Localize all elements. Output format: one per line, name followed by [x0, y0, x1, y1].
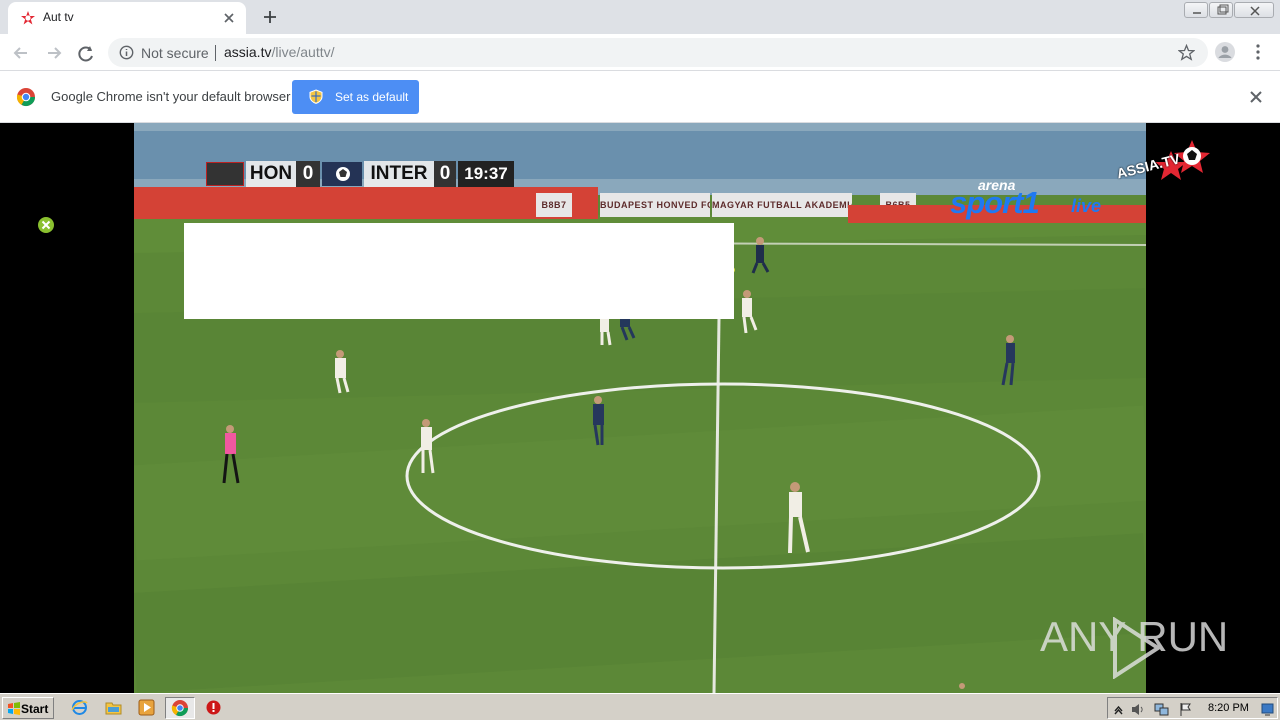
windows-logo-icon — [8, 702, 20, 715]
play-icon — [1113, 617, 1162, 679]
new-tab-icon[interactable] — [260, 7, 280, 27]
flag-icon[interactable] — [1178, 702, 1193, 717]
back-arrow-icon[interactable] — [10, 42, 32, 64]
restore-icon — [1217, 4, 1229, 15]
url-host: assia.tv — [224, 44, 272, 60]
anyrun-watermark: ANY RUN — [1040, 613, 1240, 683]
taskbar-clock[interactable]: 8:20 PM — [1208, 702, 1249, 714]
advertising-board-academy: MAGYAR FUTBALL AKADEMIA — [712, 193, 852, 217]
info-icon[interactable] — [119, 45, 134, 60]
away-team-badge — [322, 162, 362, 186]
show-desktop-icon[interactable] — [1260, 702, 1275, 717]
home-score: 0 — [296, 161, 320, 187]
home-team-badge — [206, 162, 244, 186]
media-player-icon[interactable] — [138, 699, 155, 716]
avatar-icon[interactable] — [1214, 41, 1236, 63]
advertising-board-honved: BUDAPEST HONVED FC — [600, 193, 710, 217]
advertising-board — [134, 187, 598, 219]
chevron-up-icon[interactable] — [1111, 702, 1126, 717]
maximize-button[interactable] — [1209, 2, 1233, 18]
browser-tab[interactable]: Aut tv — [8, 2, 246, 34]
match-clock: 19:37 — [458, 161, 514, 187]
assia-tv-logo: ASSIA.TV — [1114, 135, 1216, 189]
close-icon — [1250, 6, 1260, 16]
live-wordmark: live — [1071, 196, 1102, 216]
volume-icon[interactable] — [1130, 702, 1145, 717]
address-bar[interactable]: Not secure assia.tv/live/auttv/ — [108, 38, 1208, 67]
browser-toolbar: Not secure assia.tv/live/auttv/ — [0, 34, 1280, 71]
close-tab-icon[interactable] — [220, 9, 238, 27]
stop-icon[interactable] — [205, 699, 222, 716]
tab-title: Aut tv — [43, 10, 74, 24]
url-path: /live/auttv/ — [271, 44, 335, 60]
set-default-button[interactable]: Set as default — [292, 80, 419, 114]
live-video-player[interactable]: BUDAPEST HONVED FC MAGYAR FUTBALL AKADEM… — [134, 123, 1146, 693]
chrome-logo-icon — [16, 88, 35, 107]
star-icon[interactable] — [1178, 44, 1195, 61]
default-browser-infobar: Google Chrome isn't your default browser… — [0, 71, 1280, 123]
blank-ad-overlay[interactable] — [184, 223, 734, 319]
forward-arrow-icon[interactable] — [43, 42, 65, 64]
reload-icon[interactable] — [75, 42, 97, 64]
menu-icon[interactable] — [1250, 43, 1266, 61]
close-ad-icon[interactable] — [37, 216, 55, 234]
start-button[interactable]: Start — [2, 697, 54, 719]
away-score: 0 — [434, 161, 456, 187]
shield-icon — [309, 89, 323, 104]
address-separator — [215, 45, 216, 61]
webpage: BUDAPEST HONVED FC MAGYAR FUTBALL AKADEM… — [0, 123, 1280, 693]
broadcaster-logo: arena sport1 live — [950, 177, 1122, 220]
scorebug: HON 0 INTER 0 19:37 — [202, 161, 514, 187]
chrome-icon — [171, 700, 189, 717]
security-status: Not secure — [141, 45, 209, 61]
chrome-task-button[interactable] — [165, 697, 195, 719]
window-close-button[interactable] — [1234, 2, 1274, 18]
minimize-button[interactable] — [1184, 2, 1208, 18]
network-icon[interactable] — [1154, 702, 1169, 717]
url-text[interactable]: assia.tv/live/auttv/ — [224, 44, 335, 60]
start-label: Start — [21, 702, 49, 716]
home-team: HON — [246, 161, 296, 187]
minimize-icon — [1193, 12, 1201, 14]
close-icon[interactable] — [1247, 88, 1265, 106]
infobar-message: Google Chrome isn't your default browser — [51, 89, 291, 104]
tab-strip: Aut tv — [0, 0, 1280, 34]
windows-taskbar: Start 8:20 PM — [0, 693, 1280, 720]
away-team: INTER — [364, 161, 434, 187]
advertising-board-code-left: B8B7 — [536, 193, 572, 217]
folder-icon[interactable] — [105, 699, 122, 716]
sport1-wordmark: sport1 — [950, 185, 1040, 220]
ball-icon — [336, 167, 350, 181]
internet-explorer-icon[interactable] — [71, 699, 88, 716]
system-tray: 8:20 PM — [1107, 697, 1278, 719]
assia-favicon-icon — [21, 11, 35, 25]
set-default-label: Set as default — [335, 90, 409, 104]
